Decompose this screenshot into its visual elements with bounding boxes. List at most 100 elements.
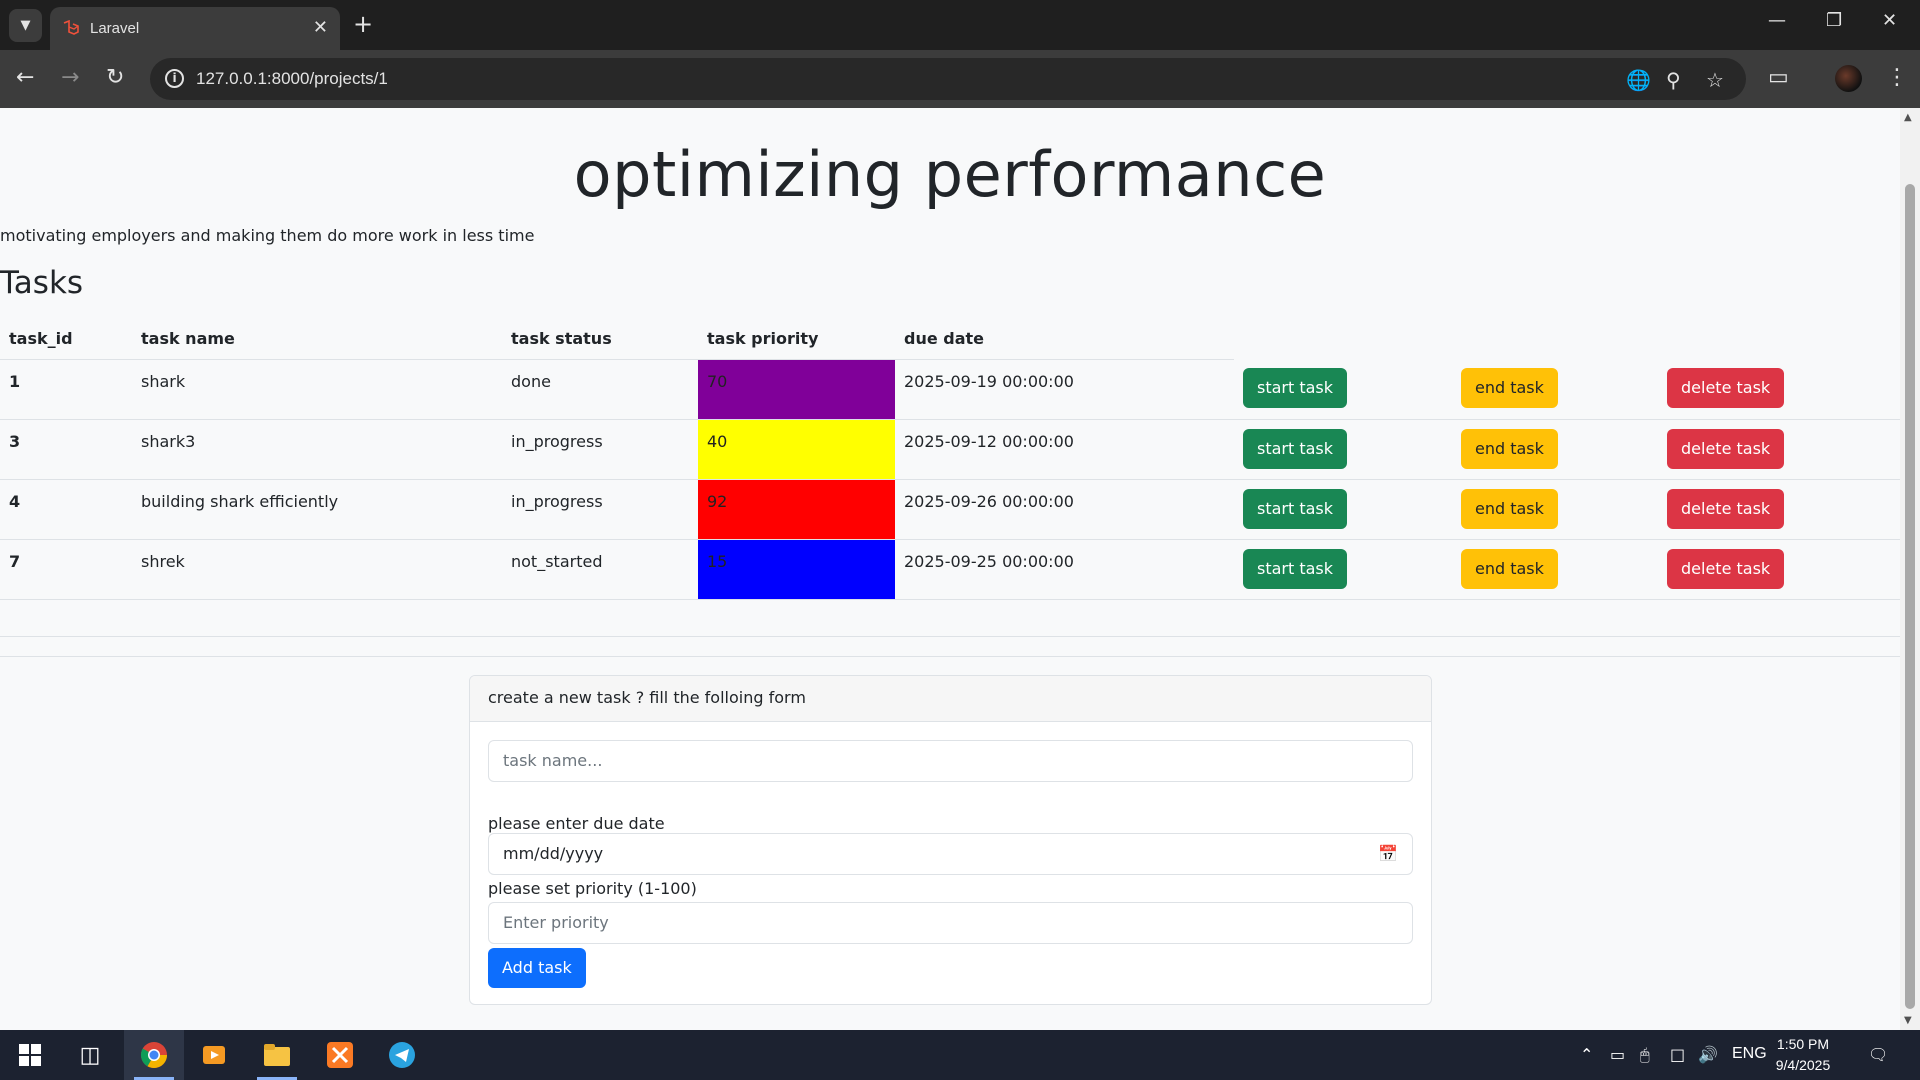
file-explorer-icon[interactable] <box>247 1030 307 1080</box>
due-date-cell: 2025-09-25 00:00:00 <box>895 539 1234 600</box>
header-task-status: task status <box>502 318 698 360</box>
header-empty <box>1658 318 1900 359</box>
task-status-cell: in_progress <box>502 419 698 480</box>
divider <box>0 656 1900 657</box>
volume-icon[interactable]: 🔊 <box>1698 1045 1718 1064</box>
close-window-icon[interactable]: ✕ <box>1882 10 1897 31</box>
zoom-icon[interactable]: ⚲ <box>1666 68 1681 92</box>
start-task-button[interactable]: start task <box>1243 368 1348 408</box>
calendar-icon[interactable]: 📅 <box>1378 844 1398 863</box>
minimize-icon[interactable]: — <box>1768 10 1786 31</box>
back-icon[interactable]: ← <box>16 67 34 89</box>
end-task-button[interactable]: end task <box>1461 548 1558 589</box>
bookmark-star-icon[interactable]: ☆ <box>1706 68 1724 92</box>
due-date-cell: 2025-09-19 00:00:00 <box>895 359 1234 420</box>
delete-task-button[interactable]: delete task <box>1667 368 1785 408</box>
task-priority-cell: 15 <box>698 539 895 600</box>
table-row: 4 building shark efficiently in_progress… <box>0 479 1900 540</box>
reload-icon[interactable]: ↻ <box>106 67 124 89</box>
menu-kebab-icon[interactable]: ⋮ <box>1886 65 1908 90</box>
tab-title: Laravel <box>90 20 140 37</box>
system-clock[interactable]: 1:50 PM 9/4/2025 <box>1758 1034 1848 1076</box>
telegram-icon[interactable] <box>372 1030 432 1080</box>
media-player-icon[interactable] <box>184 1030 244 1080</box>
due-date-input[interactable]: mm/dd/yyyy 📅 <box>488 833 1413 875</box>
header-empty <box>1234 318 1452 359</box>
task-name-cell: shrek <box>132 539 502 600</box>
translate-icon[interactable]: 🌐 <box>1626 68 1651 92</box>
task-id-cell: 4 <box>0 479 132 540</box>
delete-cell: delete task <box>1658 479 1900 540</box>
chevron-down-icon: ▼ <box>20 18 31 33</box>
delete-task-button[interactable]: delete task <box>1667 548 1785 589</box>
priority-label: please set priority (1-100) <box>488 879 697 898</box>
new-tab-button[interactable]: + <box>353 10 373 38</box>
task-status-cell: done <box>502 359 698 420</box>
os-taskbar: ◫ ⌃ ▭ 🖱 □ 🔊 ENG 1:50 PM 9/4/2025 🗨 <box>0 1030 1920 1080</box>
xampp-icon[interactable] <box>310 1030 370 1080</box>
scroll-down-arrow-icon[interactable]: ▼ <box>1904 1015 1912 1026</box>
start-task-button[interactable]: start task <box>1243 488 1348 529</box>
site-info-icon[interactable]: i <box>165 69 184 88</box>
forward-icon[interactable]: → <box>61 67 79 89</box>
task-name-input[interactable]: task name... <box>488 740 1413 782</box>
end-task-button[interactable]: end task <box>1461 368 1558 408</box>
page-scrollbar[interactable]: ▲ ▼ <box>1900 108 1920 1030</box>
due-date-placeholder: mm/dd/yyyy <box>503 844 604 863</box>
network-icon[interactable]: 🖱 <box>1640 1045 1650 1065</box>
restore-icon[interactable]: ❐ <box>1826 10 1842 31</box>
task-name-cell: building shark efficiently <box>132 479 502 540</box>
task-id-cell: 3 <box>0 419 132 480</box>
scroll-thumb[interactable] <box>1905 184 1915 1009</box>
start-task-button[interactable]: start task <box>1243 428 1348 469</box>
notifications-icon[interactable]: 🗨 <box>1868 1045 1888 1064</box>
new-task-form-card: create a new task ? fill the folloing fo… <box>469 675 1432 1005</box>
clock-date: 9/4/2025 <box>1775 1057 1831 1073</box>
header-task-name: task name <box>132 318 502 360</box>
delete-cell: delete task <box>1658 359 1900 420</box>
profile-avatar[interactable] <box>1835 65 1862 92</box>
windows-start-icon[interactable] <box>0 1030 60 1080</box>
page-content: optimizing performance motivating employ… <box>0 108 1900 1030</box>
clock-time: 1:50 PM <box>1776 1036 1830 1052</box>
browser-tab[interactable]: Laravel ✕ <box>50 7 340 50</box>
start-cell: start task <box>1234 359 1452 420</box>
start-task-button[interactable]: start task <box>1243 548 1348 589</box>
table-header-row: task_id task name task status task prior… <box>0 318 1900 360</box>
task-view-icon[interactable]: ◫ <box>60 1030 120 1080</box>
chrome-taskbar-icon[interactable] <box>124 1030 184 1080</box>
delete-task-button[interactable]: delete task <box>1667 488 1785 529</box>
end-task-button[interactable]: end task <box>1461 428 1558 469</box>
tab-search-button[interactable]: ▼ <box>9 9 42 42</box>
task-name-cell: shark3 <box>132 419 502 480</box>
header-task-priority: task priority <box>698 318 895 360</box>
delete-task-button[interactable]: delete task <box>1667 428 1785 469</box>
start-cell: start task <box>1234 419 1452 480</box>
header-due-date: due date <box>895 318 1234 360</box>
extensions-icon[interactable]: ▭ <box>1768 65 1789 90</box>
meet-now-icon[interactable]: □ <box>1670 1045 1685 1064</box>
task-priority-cell: 70 <box>698 359 895 420</box>
address-bar[interactable]: i 127.0.0.1:8000/projects/1 🌐 ⚲ ☆ <box>150 58 1746 100</box>
add-task-button[interactable]: Add task <box>488 948 586 988</box>
delete-cell: delete task <box>1658 419 1900 480</box>
end-task-button[interactable]: end task <box>1461 488 1558 529</box>
page-title: optimizing performance <box>573 138 1327 211</box>
task-priority-cell: 92 <box>698 479 895 540</box>
battery-icon[interactable]: ▭ <box>1610 1045 1625 1064</box>
priority-input[interactable]: Enter priority <box>488 902 1413 944</box>
url-text[interactable]: 127.0.0.1:8000/projects/1 <box>196 69 388 89</box>
end-cell: end task <box>1452 359 1658 420</box>
task-name-cell: shark <box>132 359 502 420</box>
close-tab-icon[interactable]: ✕ <box>313 17 328 38</box>
due-date-cell: 2025-09-26 00:00:00 <box>895 479 1234 540</box>
show-hidden-icons-icon[interactable]: ⌃ <box>1580 1045 1593 1064</box>
end-cell: end task <box>1452 539 1658 600</box>
browser-toolbar: ← → ↻ i 127.0.0.1:8000/projects/1 🌐 ⚲ ☆ … <box>0 50 1920 108</box>
divider <box>0 636 1900 637</box>
tasks-table: task_id task name task status task prior… <box>0 318 1900 600</box>
end-cell: end task <box>1452 479 1658 540</box>
scroll-up-arrow-icon[interactable]: ▲ <box>1904 112 1912 123</box>
tasks-heading: Tasks <box>0 265 84 301</box>
table-row: 7 shrek not_started 15 2025-09-25 00:00:… <box>0 539 1900 600</box>
